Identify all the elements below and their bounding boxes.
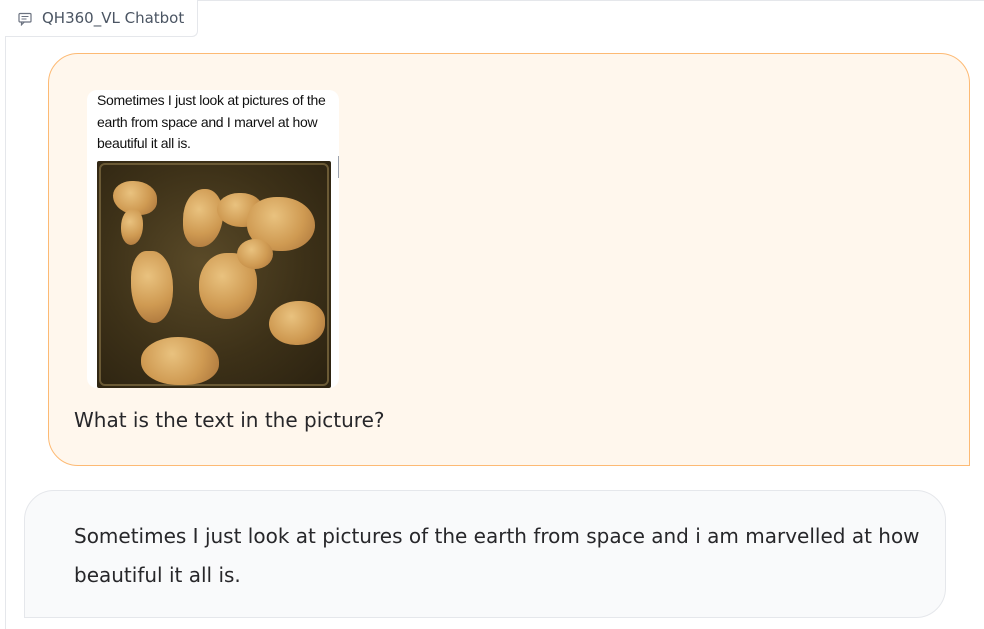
chatbot-label: QH360_VL Chatbot	[5, 0, 199, 37]
nugget	[269, 301, 325, 345]
image-divider	[338, 156, 339, 178]
chatbot-label-text: QH360_VL Chatbot	[42, 9, 185, 27]
bot-message: Sometimes I just look at pictures of the…	[24, 490, 946, 618]
nugget	[131, 251, 173, 323]
nugget	[141, 337, 219, 385]
nugget	[237, 239, 273, 269]
chicken-nuggets-photo	[97, 161, 331, 388]
user-message: Sometimes I just look at pictures of the…	[48, 53, 970, 466]
bot-message-text: Sometimes I just look at pictures of the…	[74, 524, 920, 587]
user-message-text: What is the text in the picture?	[74, 408, 385, 432]
message-image[interactable]: Sometimes I just look at pictures of the…	[87, 90, 339, 388]
image-caption-text: Sometimes I just look at pictures of the…	[97, 92, 326, 151]
chat-icon	[18, 11, 32, 27]
